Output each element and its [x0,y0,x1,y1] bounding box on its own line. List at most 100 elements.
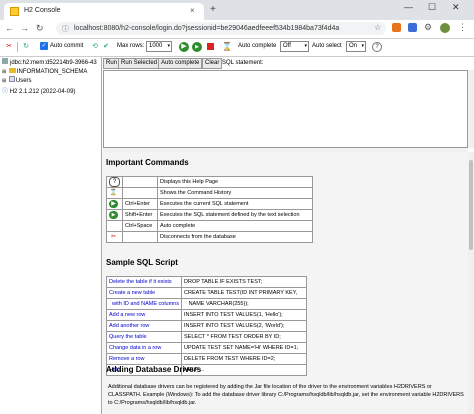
table-row: Add a new row INSERT INTO TEST VALUES(1,… [106,309,307,321]
sql-statement-input[interactable] [103,70,468,148]
table-row: Change data in a row UPDATE TEST SET NAM… [106,342,307,354]
expand-plus-icon[interactable]: ⊞ [2,69,6,75]
sample-link[interactable]: Create a new table [106,287,182,299]
important-commands-heading: Important Commands [106,158,189,167]
h2-favicon-icon [10,7,19,16]
run-selected-button[interactable]: Run Selected [118,58,161,69]
sample-link[interactable]: with ID and NAME columns [106,298,182,310]
history-icon[interactable]: ⌛ [109,189,118,197]
key-cell [122,231,158,243]
help-icon[interactable]: ? [372,42,382,52]
sample-link[interactable]: Add a new row [106,309,182,321]
important-commands-table: ? Displays this Help Page ⌛ Shows the Co… [106,176,313,243]
table-row: Ctrl+Space Auto complete [106,220,313,232]
window-close-icon[interactable]: ✕ [452,2,460,13]
tree-version: ⓘ H2 2.1.212 (2022-04-09) [2,86,75,95]
run-selected-icon[interactable]: ▶ [109,211,118,219]
tree-item-label: INFORMATION_SCHEMA [16,69,88,75]
url-text: localhost:8080/h2-console/login.do?jsess… [74,25,340,32]
disconnect-icon[interactable]: ✂ [109,233,118,241]
desc-cell: Disconnects from the database [157,231,313,243]
back-icon[interactable]: ← [5,23,14,33]
disconnect-icon[interactable]: ✂ [4,42,14,52]
sample-sql: INSERT INTO TEST VALUES(2, 'World'); [181,320,307,332]
run-selected-icon[interactable]: ▶ [192,42,202,52]
icon-cell: ▶ [106,209,123,221]
table-row: Remove a row DELETE FROM TEST WHERE ID=2… [106,353,307,365]
users-icon [8,76,15,82]
result-panel: Important Commands ? Displays this Help … [102,152,468,414]
adding-drivers-heading: Adding Database Drivers [106,365,202,374]
max-rows-value: 1000 [149,43,163,49]
table-row: ✂ Disconnects from the database [106,231,313,243]
auto-complete-button[interactable]: Auto complete [158,58,203,69]
sample-link[interactable]: Query the table [106,331,182,343]
db-url-label: jdbc:h2:mem:d52214b9-3966-43 [10,60,97,66]
tree-item-users[interactable]: ⊞ Users [2,76,32,84]
icon-cell: ⌛ [106,187,123,199]
adding-drivers-text: Additional database drivers can be regis… [108,384,464,406]
refresh-icon[interactable]: ↻ [21,42,31,52]
icon-cell: ? [106,176,123,188]
extension-fox-icon[interactable] [392,23,401,32]
auto-select-select[interactable]: On ▾ [346,41,366,52]
key-cell: Shift+Enter [122,209,158,221]
auto-complete-select[interactable]: Off ▾ [280,41,309,52]
info-icon: ⓘ [2,89,9,95]
table-row: Create a new table CREATE TABLE TEST(ID … [106,287,307,299]
help-icon[interactable]: ? [109,177,120,187]
sample-sql: SELECT * FROM TEST ORDER BY ID; [181,331,307,343]
reload-icon[interactable]: ↻ [36,23,44,34]
history-icon[interactable]: ⌛ [222,42,232,52]
auto-select-label: Auto select [312,43,342,49]
table-row: ⌛ Shows the Command History [106,187,313,199]
expand-plus-icon[interactable]: ⊞ [2,78,6,84]
commit-icon[interactable]: ✔ [101,42,111,52]
table-row: Delete the table if it exists DROP TABLE… [106,276,307,288]
auto-complete-label: Auto complete [238,43,277,49]
sample-link[interactable]: Add another row [106,320,182,332]
run-icon[interactable]: ▶ [179,42,189,52]
desc-cell: Shows the Command History [157,187,313,199]
address-bar[interactable]: ⓘ localhost:8080/h2-console/login.do?jse… [56,22,386,35]
forward-icon[interactable]: → [20,23,29,33]
profile-avatar[interactable] [440,23,450,33]
schema-tree-panel: jdbc:h2:mem:d52214b9-3966-43 ⊞ INFORMATI… [0,57,102,414]
rollback-icon[interactable]: ⟲ [90,42,100,52]
browser-menu-icon[interactable]: ⋮ [458,22,467,33]
sample-link[interactable]: Remove a row [106,353,182,365]
bookmark-star-icon[interactable]: ☆ [374,23,381,32]
new-tab-icon[interactable]: + [210,4,216,15]
auto-complete-value: Off [283,43,291,49]
extensions-puzzle-icon[interactable]: ⚙ [424,22,432,33]
query-button-bar: Run Run Selected Auto complete Clear SQL… [102,57,474,70]
stop-icon[interactable] [205,42,215,52]
tree-item-information-schema[interactable]: ⊞ INFORMATION_SCHEMA [2,68,87,75]
minimize-icon[interactable]: — [404,2,413,12]
sample-sql: INSERT INTO TEST VALUES(1, 'Hello'); [181,309,307,321]
extension-icon[interactable] [408,23,417,32]
browser-tab[interactable]: H2 Console × [4,3,204,20]
sample-link[interactable]: Change data in a row [106,342,182,354]
tab-close-icon[interactable]: × [190,6,195,15]
folder-icon [8,68,16,73]
tree-db-node[interactable]: jdbc:h2:mem:d52214b9-3966-43 [2,58,97,66]
run-icon[interactable]: ▶ [109,200,118,208]
sample-sql: NAME VARCHAR(255)); [181,298,307,310]
max-rows-label: Max rows: [117,43,145,49]
sample-sql: DELETE FROM TEST WHERE ID=2; [181,353,307,365]
auto-commit-checkbox[interactable]: ✓ [40,42,48,50]
sample-sql-table: Delete the table if it exists DROP TABLE… [106,276,307,376]
scrollbar-thumb[interactable] [469,160,473,250]
sample-link[interactable]: Delete the table if it exists [106,276,182,288]
sql-vertical-scrollbar[interactable] [468,70,474,148]
tab-title: H2 Console [24,7,61,14]
sample-sql-heading: Sample SQL Script [106,258,178,267]
clear-button[interactable]: Clear [202,58,223,69]
info-icon[interactable]: ⓘ [62,24,69,34]
max-rows-select[interactable]: 1000 ▾ [146,41,172,52]
maximize-icon[interactable]: ☐ [428,2,436,13]
toolbar-divider [17,42,18,52]
browser-nav-bar: ← → ↻ ⓘ localhost:8080/h2-console/login.… [0,20,474,39]
table-row: Query the table SELECT * FROM TEST ORDER… [106,331,307,343]
